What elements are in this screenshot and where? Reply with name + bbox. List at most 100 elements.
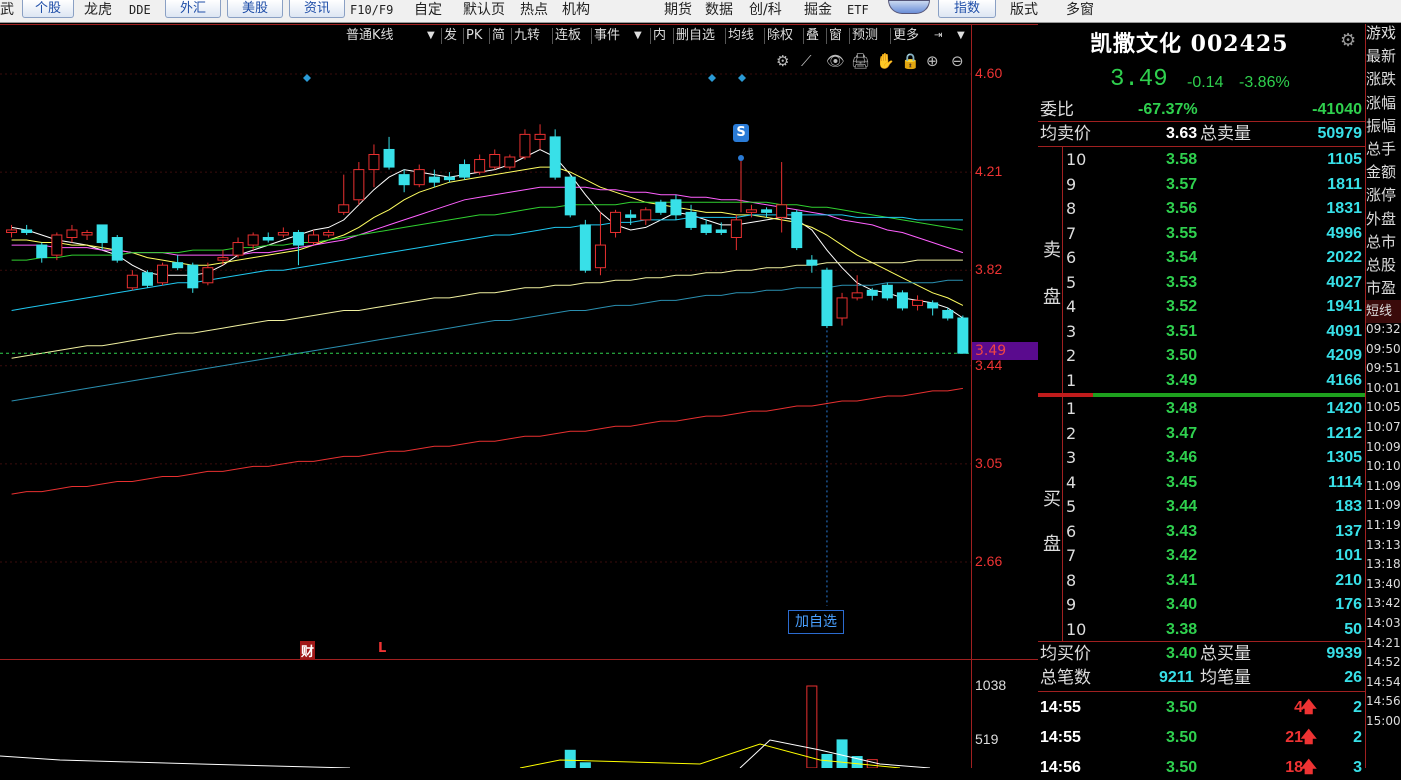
sell-order-row[interactable]: 6 3.54 2022 bbox=[1038, 246, 1365, 270]
buy-order-row[interactable]: 1 3.48 1420 bbox=[1038, 397, 1365, 421]
buy-order-row[interactable]: 8 3.41 210 bbox=[1038, 569, 1365, 593]
candle[interactable] bbox=[912, 299, 924, 306]
chart-tool-10[interactable]: 除权 bbox=[767, 27, 793, 45]
buy-order-row[interactable]: 3 3.46 1305 bbox=[1038, 446, 1365, 470]
candle[interactable] bbox=[776, 204, 788, 218]
volume-bar[interactable] bbox=[806, 685, 818, 768]
chart-tool-5[interactable]: 连板 bbox=[555, 27, 581, 45]
candle[interactable] bbox=[111, 237, 123, 261]
topnav-13[interactable]: 数据 bbox=[705, 2, 733, 19]
expand-icon[interactable]: ⇥ bbox=[934, 27, 942, 45]
event-dropdown-icon[interactable]: ▼ bbox=[634, 27, 642, 45]
chart-tool-1[interactable]: 发 bbox=[444, 27, 457, 45]
candle[interactable] bbox=[232, 242, 244, 256]
chart-tool-14[interactable]: 更多 bbox=[893, 27, 919, 45]
buy-order-row[interactable]: 10 3.38 50 bbox=[1038, 618, 1365, 642]
buy-order-row[interactable]: 6 3.43 137 bbox=[1038, 520, 1365, 544]
buy-order-row[interactable]: 4 3.45 1114 bbox=[1038, 471, 1365, 495]
candle[interactable] bbox=[36, 244, 48, 259]
l-marker[interactable]: L bbox=[378, 641, 386, 656]
candle[interactable] bbox=[519, 133, 531, 158]
buy-order-row[interactable]: 2 3.47 1212 bbox=[1038, 422, 1365, 446]
candle[interactable] bbox=[81, 231, 93, 236]
candle[interactable] bbox=[821, 269, 833, 327]
sell-order-row[interactable]: 5 3.53 4027 bbox=[1038, 271, 1365, 295]
sell-order-row[interactable]: 8 3.56 1831 bbox=[1038, 197, 1365, 221]
topnav-6[interactable]: 资讯 bbox=[289, 0, 345, 18]
candle[interactable] bbox=[51, 234, 63, 256]
chart-tool-11[interactable]: 叠 bbox=[806, 27, 819, 45]
more-dropdown-icon[interactable]: ▼ bbox=[957, 27, 965, 45]
topnav-7[interactable]: F10/F9 bbox=[350, 2, 393, 19]
candle[interactable] bbox=[625, 214, 637, 218]
candle[interactable] bbox=[413, 169, 425, 186]
candle[interactable] bbox=[715, 229, 727, 233]
chart-tool-8[interactable]: 删自选 bbox=[676, 27, 715, 45]
topnav-18[interactable]: 版式 bbox=[1010, 2, 1038, 19]
buy-order-row[interactable]: 7 3.42 101 bbox=[1038, 544, 1365, 568]
tick-row[interactable]: 14:55 3.50 21 🡅 2 bbox=[1038, 726, 1365, 750]
topnav-17[interactable]: 指数 bbox=[938, 0, 996, 18]
candle[interactable] bbox=[851, 292, 863, 299]
candle[interactable] bbox=[549, 136, 561, 178]
volume-chart[interactable] bbox=[0, 660, 972, 768]
candle[interactable] bbox=[323, 231, 335, 236]
candle[interactable] bbox=[353, 169, 365, 201]
candle[interactable] bbox=[640, 209, 652, 221]
topnav-3[interactable]: DDE bbox=[129, 2, 151, 19]
candle[interactable] bbox=[927, 302, 939, 309]
candle[interactable] bbox=[187, 264, 199, 289]
chart-tool-6[interactable]: 事件 bbox=[594, 27, 620, 45]
tick-row[interactable]: 14:55 3.50 4 🡅 2 bbox=[1038, 696, 1365, 720]
candle[interactable] bbox=[383, 148, 395, 168]
sell-order-row[interactable]: 3 3.51 4091 bbox=[1038, 320, 1365, 344]
gear-icon[interactable]: ⚙ bbox=[1340, 30, 1356, 51]
chart-tool-4[interactable]: 九转 bbox=[514, 27, 540, 45]
candle[interactable] bbox=[474, 159, 486, 173]
candle[interactable] bbox=[730, 219, 742, 239]
topnav-19[interactable]: 多窗 bbox=[1066, 2, 1094, 19]
topnav-11[interactable]: 机构 bbox=[562, 2, 590, 19]
topnav-10[interactable]: 热点 bbox=[520, 2, 548, 19]
candle[interactable] bbox=[896, 292, 908, 309]
candle[interactable] bbox=[428, 176, 440, 183]
kline-type-dropdown-icon[interactable]: ▼ bbox=[427, 27, 435, 45]
candle[interactable] bbox=[700, 224, 712, 233]
candle[interactable] bbox=[398, 174, 410, 186]
candle[interactable] bbox=[443, 176, 455, 181]
candle[interactable] bbox=[277, 231, 289, 236]
chart-tool-3[interactable]: 简 bbox=[492, 27, 505, 45]
candle[interactable] bbox=[534, 133, 546, 140]
candle[interactable] bbox=[564, 176, 576, 216]
sell-order-row[interactable]: 4 3.52 1941 bbox=[1038, 295, 1365, 319]
chart-tool-9[interactable]: 均线 bbox=[728, 27, 754, 45]
candle[interactable] bbox=[806, 259, 818, 266]
candle[interactable] bbox=[368, 153, 380, 171]
candle[interactable] bbox=[126, 274, 138, 289]
candle[interactable] bbox=[247, 234, 259, 246]
chart-tool-7[interactable]: 内 bbox=[653, 27, 666, 45]
topnav-8[interactable]: 自定 bbox=[414, 2, 442, 19]
topnav-0[interactable]: 武 bbox=[0, 2, 14, 19]
app-logo-icon[interactable] bbox=[888, 0, 930, 14]
topnav-9[interactable]: 默认页 bbox=[463, 2, 505, 19]
candle[interactable] bbox=[594, 244, 606, 269]
candle[interactable] bbox=[745, 209, 757, 213]
sell-order-row[interactable]: 1 3.49 4166 bbox=[1038, 369, 1365, 393]
volume-bar[interactable] bbox=[564, 749, 576, 768]
topnav-15[interactable]: 掘金 bbox=[804, 2, 832, 19]
buy-order-row[interactable]: 5 3.44 183 bbox=[1038, 495, 1365, 519]
candle[interactable] bbox=[338, 204, 350, 213]
topnav-16[interactable]: ETF bbox=[847, 2, 869, 19]
candle[interactable] bbox=[670, 199, 682, 216]
sell-order-row[interactable]: 7 3.55 4996 bbox=[1038, 222, 1365, 246]
candle[interactable] bbox=[489, 153, 501, 168]
volume-bar[interactable] bbox=[579, 762, 591, 768]
sell-order-row[interactable]: 9 3.57 1811 bbox=[1038, 173, 1365, 197]
signal-s-badge[interactable]: S bbox=[733, 124, 749, 142]
candle[interactable] bbox=[262, 237, 274, 241]
candle[interactable] bbox=[459, 164, 471, 178]
candle[interactable] bbox=[6, 229, 18, 233]
candle[interactable] bbox=[579, 224, 591, 271]
candle[interactable] bbox=[21, 229, 33, 233]
